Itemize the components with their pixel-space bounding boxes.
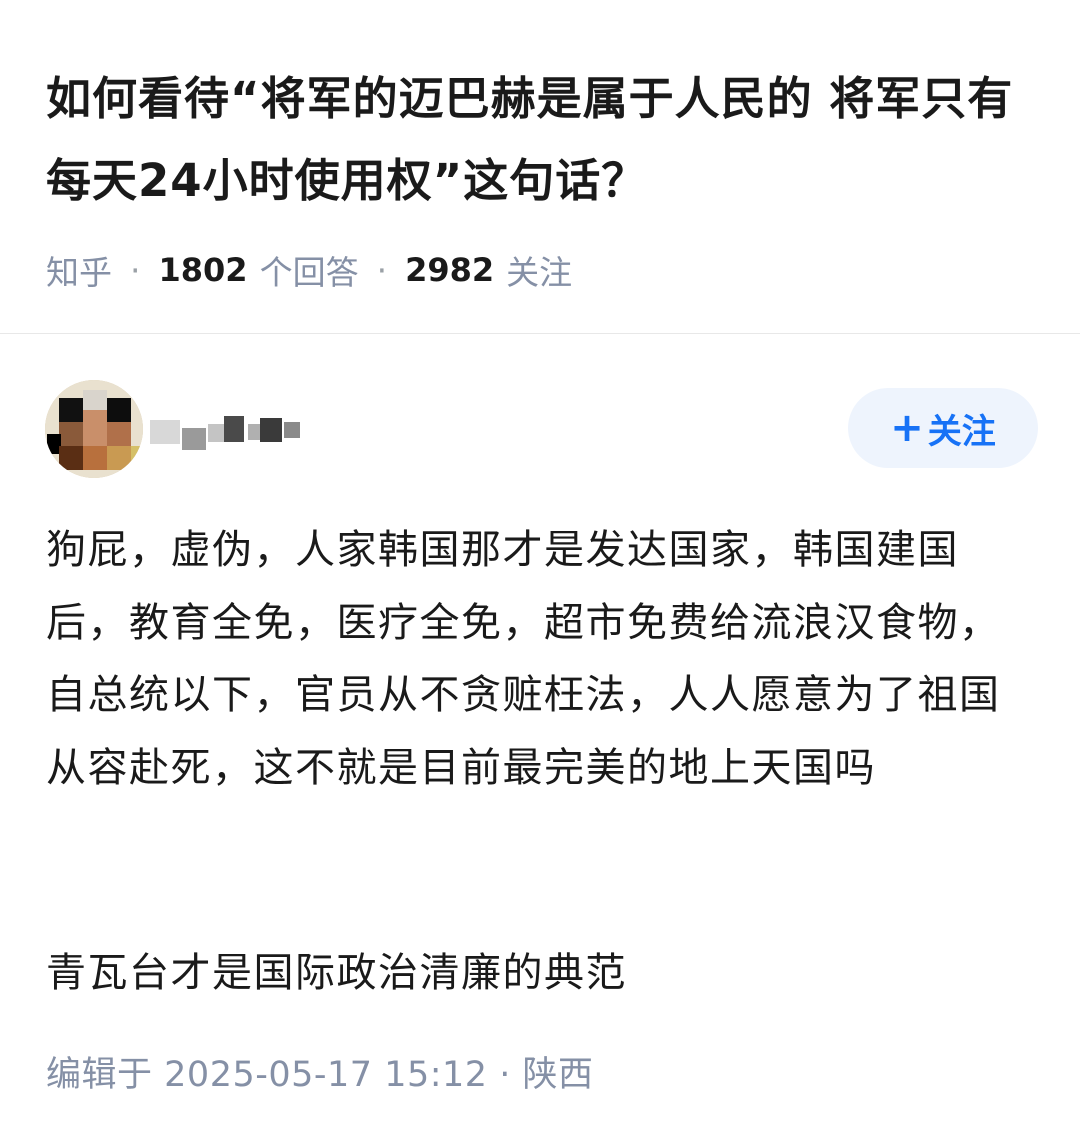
- location: 陕西: [522, 1055, 594, 1095]
- source-label[interactable]: 知乎: [46, 246, 112, 294]
- username-redacted[interactable]: [150, 416, 310, 454]
- meta-separator: ·: [487, 1055, 523, 1095]
- follower-count-label: 关注: [506, 253, 573, 292]
- follow-button[interactable]: + 关注: [848, 388, 1038, 468]
- follow-button-label: 关注: [927, 411, 996, 452]
- question-meta: 知乎 · 1802 个回答 · 2982 关注: [46, 246, 572, 294]
- answer-count-label: 个回答: [259, 253, 359, 292]
- plus-icon: +: [890, 405, 924, 451]
- divider: [0, 334, 1080, 344]
- edit-date: 2025-05-17: [164, 1055, 373, 1095]
- avatar[interactable]: [45, 380, 143, 478]
- edit-info: 编辑于 2025-05-17 15:12 · 陕西: [46, 1046, 593, 1097]
- answer-count: 1802: [158, 251, 248, 289]
- answer-paragraph: 青瓦台才是国际政治清廉的典范: [46, 950, 627, 996]
- meta-separator: ·: [130, 250, 141, 290]
- question-title[interactable]: 如何看待“将军的迈巴赫是属于人民的 将军只有每天24小时使用权”这句话？: [46, 58, 1036, 222]
- edit-time: 15:12: [384, 1055, 488, 1095]
- edit-label: 编辑于: [46, 1055, 153, 1095]
- meta-separator: ·: [376, 250, 388, 290]
- answer-paragraph: 狗屁，虚伪，人家韩国那才是发达国家，韩国建国后，教育全免，医疗全免，超市免费给流…: [46, 527, 1001, 791]
- follower-count: 2982: [405, 251, 495, 289]
- author-row: + 关注: [0, 370, 1080, 482]
- question-card: 如何看待“将军的迈巴赫是属于人民的 将军只有每天24小时使用权”这句话？ 知乎 …: [0, 0, 1080, 334]
